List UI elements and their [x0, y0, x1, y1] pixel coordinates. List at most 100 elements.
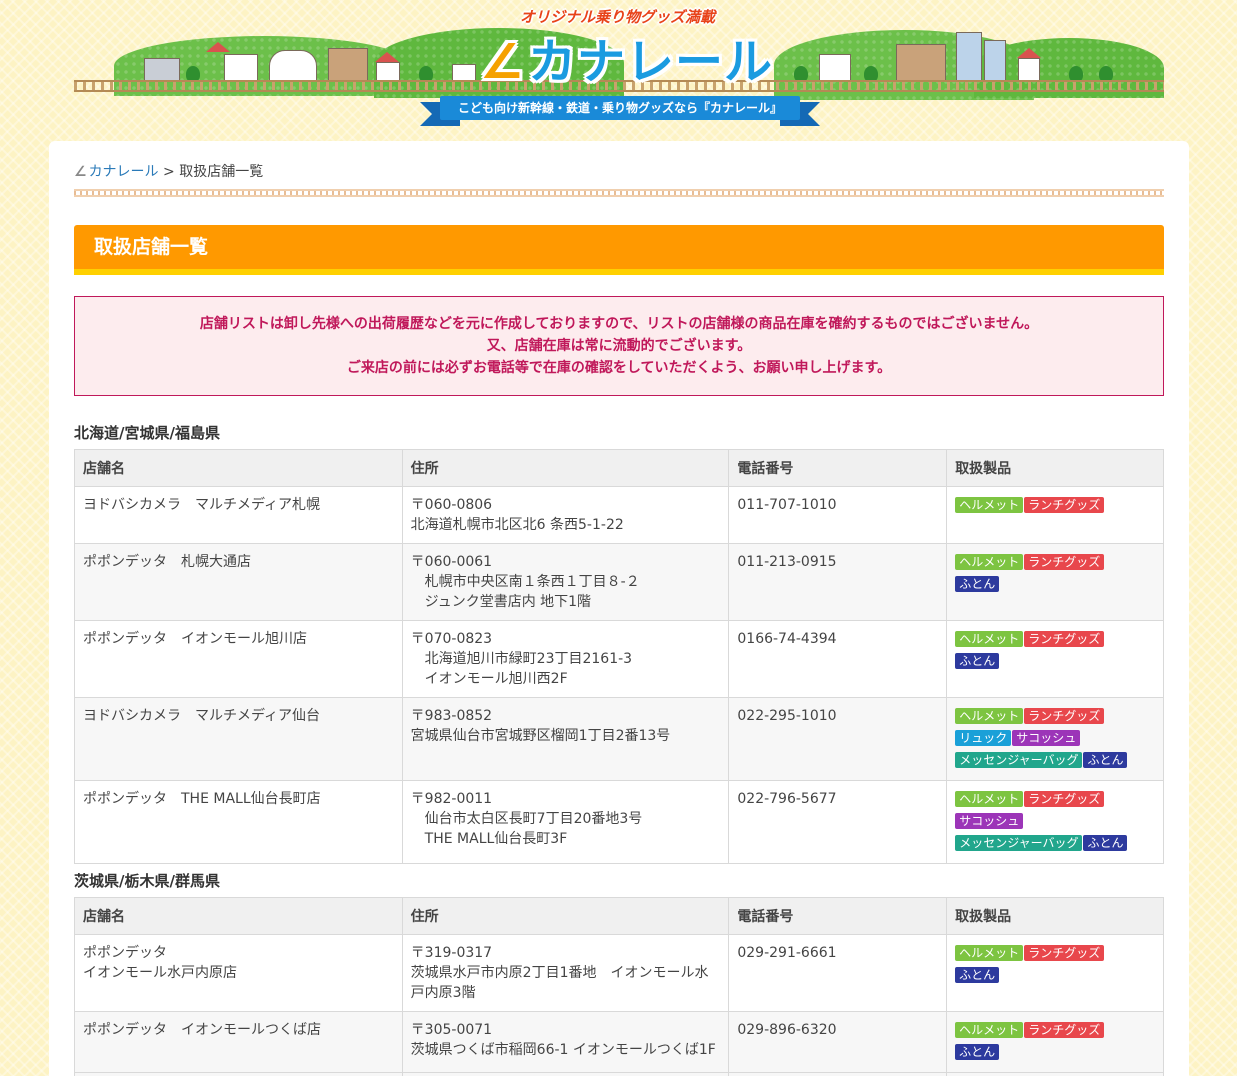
header-ribbon: こども向け新幹線・鉄道・乗り物グッズなら『カナレール』: [420, 96, 820, 126]
store-address: 〒319-0317 茨城県水戸市内原2丁目1番地 イオンモール水 戸内原3階: [401, 934, 730, 1012]
tag-lunch: ランチグッズ: [1024, 497, 1105, 513]
table-header-row: 店舗名 住所 電話番号 取扱製品: [74, 449, 1164, 487]
store-phone: 0166-74-4394: [728, 620, 948, 698]
store-products: ヘルメット ランチグッズ ふとん: [946, 934, 1164, 1012]
store-products: ヘルメット ランチグッズ ふとん: [946, 543, 1164, 621]
table-row: ポポンデッタ イオンモールつくば店 〒305-0071 茨城県つくば市稲岡66-…: [74, 1011, 1164, 1073]
table-row: ヨドバシカメラ マルチメディア仙台 〒983-0852 宮城県仙台市宮城野区榴岡…: [74, 697, 1164, 781]
store-phone: 011-213-0915: [728, 543, 948, 621]
store-zip: 〒319-0317: [410, 945, 493, 961]
tag-helmet: ヘルメット: [955, 631, 1024, 647]
store-phone: 029-291-6661: [728, 934, 948, 1012]
store-address-line-2: 戸内原3階: [410, 985, 476, 1001]
column-header-phone: 電話番号: [728, 449, 948, 487]
page-title-bar: 取扱店舗一覧: [74, 225, 1164, 275]
column-header-address: 住所: [401, 897, 730, 935]
breadcrumb: ∠ カナレール > 取扱店舗一覧: [74, 161, 263, 181]
store-zip: 〒070-0823: [410, 631, 493, 647]
store-name: ヨドバシカメラ マルチメディア仙台: [74, 697, 403, 781]
table-row: ポポンデッタ イオンモール水戸内原店 〒319-0317 茨城県水戸市内原2丁目…: [74, 934, 1164, 1012]
content-card: ∠ カナレール > 取扱店舗一覧 取扱店舗一覧 店舗リストは卸し先様への出荷履歴な…: [49, 141, 1189, 1076]
store-address: 〒982-0011 仙台市太白区長町7丁目20番地3号 THE MALL仙台長町…: [401, 780, 730, 864]
table-row: [74, 1072, 1164, 1076]
column-header-address: 住所: [401, 449, 730, 487]
store-name: ポポンデッタ 札幌大通店: [74, 543, 403, 621]
logo-text: カナレール: [528, 34, 774, 90]
column-header-products: 取扱製品: [946, 449, 1164, 487]
tag-messenger: メッセンジャーバッグ: [955, 752, 1083, 768]
tag-lunch: ランチグッズ: [1024, 554, 1105, 570]
store-name-line-1: ポポンデッタ: [83, 945, 167, 961]
store-address-line: 北海道旭川市緑町23丁目2161-3: [424, 651, 633, 667]
logo-mark-icon: ∠: [480, 34, 525, 90]
store-address-line: 北海道札幌市北区北6 条西5-1-22: [410, 517, 624, 533]
store-address-line-2: イオンモール旭川西2F: [424, 671, 568, 687]
store-address: 〒060-0806 北海道札幌市北区北6 条西5-1-22: [401, 486, 730, 544]
ribbon-text: こども向け新幹線・鉄道・乗り物グッズなら『カナレール』: [440, 96, 800, 120]
table-row: ポポンデッタ THE MALL仙台長町店 〒982-0011 仙台市太白区長町7…: [74, 780, 1164, 864]
notice-line-1: 店舗リストは卸し先様への出荷履歴などを元に作成しておりますので、リストの店舗様の…: [199, 316, 1039, 332]
store-phone: 022-295-1010: [728, 697, 948, 781]
tag-helmet: ヘルメット: [955, 497, 1024, 513]
store-phone: 011-707-1010: [728, 486, 948, 544]
tag-helmet: ヘルメット: [955, 945, 1024, 961]
table-header-row: 店舗名 住所 電話番号 取扱製品: [74, 897, 1164, 935]
tag-sacoche: サコッシュ: [1012, 730, 1081, 746]
tag-futon: ふとん: [1083, 835, 1128, 851]
store-phone: 029-896-6320: [728, 1011, 948, 1073]
store-products: ヘルメット ランチグッズ リュック サコッシュ メッセンジャーバッグ ふとん: [946, 697, 1164, 781]
store-address: 〒070-0823 北海道旭川市緑町23丁目2161-3 イオンモール旭川西2F: [401, 620, 730, 698]
store-zip: 〒060-0806: [410, 497, 493, 513]
store-name: ポポンデッタ THE MALL仙台長町店: [74, 780, 403, 864]
tag-lunch: ランチグッズ: [1024, 945, 1105, 961]
column-header-name: 店舗名: [74, 897, 403, 935]
tag-messenger: メッセンジャーバッグ: [955, 835, 1083, 851]
store-address: 〒060-0061 札幌市中央区南１条西１丁目８-２ ジュンク堂書店内 地下1階: [401, 543, 730, 621]
store-products: ヘルメット ランチグッズ: [946, 486, 1164, 544]
store-address: 〒983-0852 宮城県仙台市宮城野区榴岡1丁目2番13号: [401, 697, 730, 781]
store-products: ヘルメット ランチグッズ サコッシュ メッセンジャーバッグ ふとん: [946, 780, 1164, 864]
site-header: オリジナル乗り物グッズ満載 ∠カナレール こども向け新幹線・鉄道・乗り物グッズな…: [0, 0, 1237, 132]
store-address-line: 仙台市太白区長町7丁目20番地3号: [424, 811, 643, 827]
tag-lunch: ランチグッズ: [1024, 791, 1105, 807]
breadcrumb-separator: >: [163, 164, 175, 180]
tag-futon: ふとん: [955, 576, 1000, 592]
store-name: ヨドバシカメラ マルチメディア札幌: [74, 486, 403, 544]
store-products: ヘルメット ランチグッズ ふとん: [946, 1011, 1164, 1073]
store-name: ポポンデッタ イオンモール旭川店: [74, 620, 403, 698]
tag-futon: ふとん: [955, 967, 1000, 983]
column-header-name: 店舗名: [74, 449, 403, 487]
store-table: 店舗名 住所 電話番号 取扱製品 ポポンデッタ イオンモール水戸内原店 〒319…: [74, 897, 1164, 1076]
store-address-line-2: ジュンク堂書店内 地下1階: [424, 594, 592, 610]
table-row: ポポンデッタ イオンモール旭川店 〒070-0823 北海道旭川市緑町23丁目2…: [74, 620, 1164, 698]
store-name-line-2: イオンモール水戸内原店: [83, 965, 237, 981]
store-address-line: 札幌市中央区南１条西１丁目８-２: [424, 574, 640, 590]
store-name: ポポンデッタ イオンモールつくば店: [74, 1011, 403, 1073]
site-logo[interactable]: ∠カナレール: [480, 22, 773, 92]
tag-futon: ふとん: [1083, 752, 1128, 768]
table-row: ヨドバシカメラ マルチメディア札幌 〒060-0806 北海道札幌市北区北6 条…: [74, 486, 1164, 544]
store-zip: 〒983-0852: [410, 708, 493, 724]
breadcrumb-current: 取扱店舗一覧: [179, 164, 264, 180]
notice-line-2: 又、店舗在庫は常に流動的でございます。: [486, 338, 752, 354]
tag-lunch: ランチグッズ: [1024, 631, 1105, 647]
tag-helmet: ヘルメット: [955, 791, 1024, 807]
stock-notice: 店舗リストは卸し先様への出荷履歴などを元に作成しておりますので、リストの店舗様の…: [74, 296, 1164, 396]
store-address: 〒305-0071 茨城県つくば市稲岡66-1 イオンモールつくば1F: [401, 1011, 730, 1073]
store-zip: 〒305-0071: [410, 1022, 493, 1038]
home-rail-icon: ∠: [74, 164, 87, 180]
breadcrumb-home-link[interactable]: カナレール: [89, 164, 159, 180]
page-title: 取扱店舗一覧: [94, 236, 209, 258]
rail-divider: [74, 189, 1164, 197]
tag-futon: ふとん: [955, 653, 1000, 669]
tag-ryuck: リュック: [955, 730, 1012, 746]
store-address-line: 茨城県水戸市内原2丁目1番地 イオンモール水: [410, 965, 709, 981]
tag-lunch: ランチグッズ: [1024, 708, 1105, 724]
store-table: 店舗名 住所 電話番号 取扱製品 ヨドバシカメラ マルチメディア札幌 〒060-…: [74, 449, 1164, 864]
tag-helmet: ヘルメット: [955, 554, 1024, 570]
region-heading: 茨城県/栃木県/群馬県: [74, 872, 220, 890]
column-header-products: 取扱製品: [946, 897, 1164, 935]
store-address-line: 宮城県仙台市宮城野区榴岡1丁目2番13号: [410, 728, 671, 744]
store-name: ポポンデッタ イオンモール水戸内原店: [74, 934, 403, 1012]
store-address-line: 茨城県つくば市稲岡66-1 イオンモールつくば1F: [410, 1042, 716, 1058]
